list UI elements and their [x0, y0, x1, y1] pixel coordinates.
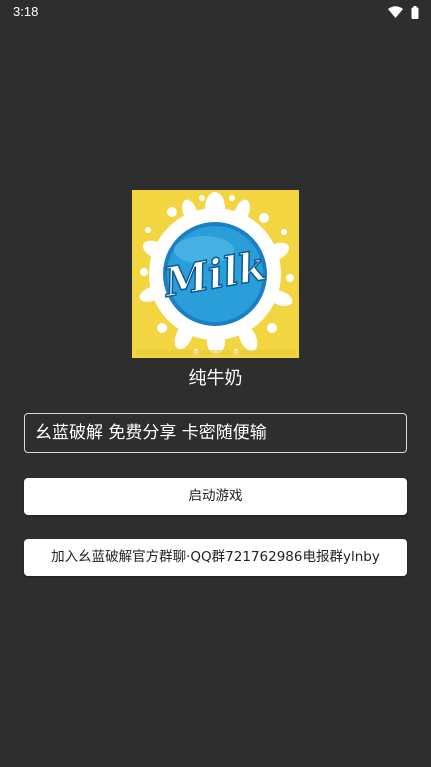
app-logo: Milk: [132, 190, 299, 358]
battery-icon: [411, 5, 419, 19]
status-time: 3:18: [13, 4, 39, 19]
join-group-button[interactable]: 加入幺蓝破解官方群聊·QQ群721762986电报群ylnby: [24, 539, 407, 576]
start-game-button[interactable]: 启动游戏: [24, 478, 407, 515]
license-key-input[interactable]: 幺蓝破解 免费分享 卡密随便输: [24, 413, 407, 453]
app-name: 纯牛奶: [188, 368, 243, 389]
wifi-icon: [388, 6, 403, 18]
status-icons: [388, 5, 419, 19]
status-bar: 3:18: [0, 0, 431, 26]
